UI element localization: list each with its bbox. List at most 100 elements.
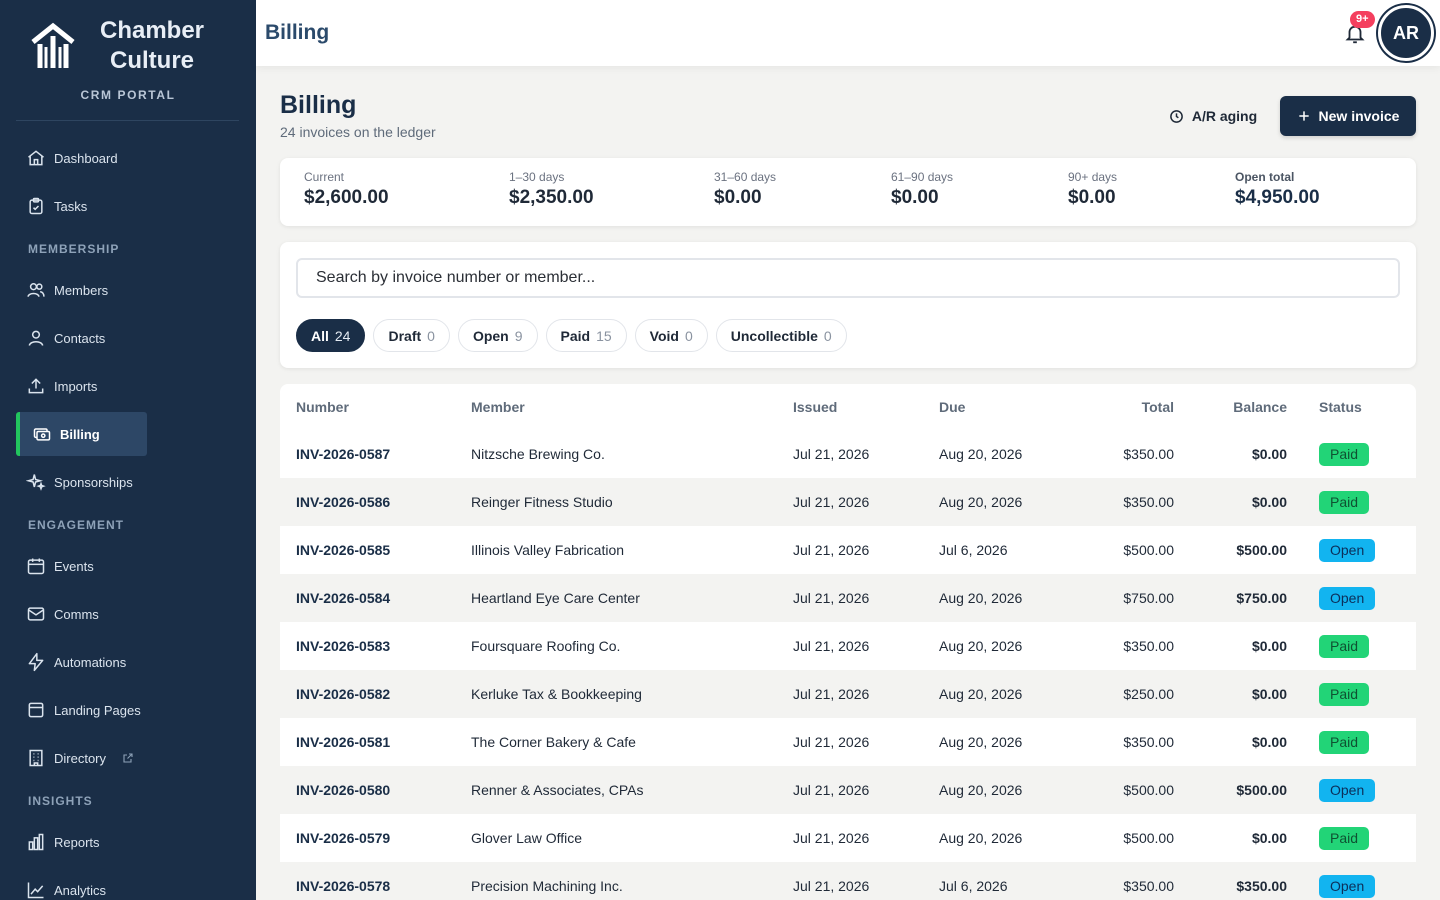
- aging-61-90: 61–90 days $0.00: [891, 170, 953, 209]
- status-cell: Paid: [1287, 430, 1416, 478]
- new-invoice-button[interactable]: New invoice: [1280, 96, 1416, 136]
- sidebar-item-sponsorships[interactable]: Sponsorships: [16, 460, 147, 504]
- sidebar-item-billing[interactable]: Billing: [16, 412, 147, 456]
- sidebar-item-events[interactable]: Events: [16, 544, 147, 588]
- table-row[interactable]: INV-2026-0583 Foursquare Roofing Co. Jul 2…: [280, 622, 1416, 670]
- table-row[interactable]: INV-2026-0582 Kerluke Tax & Bookkeeping Ju…: [280, 670, 1416, 718]
- member-name[interactable]: Glover Law Office: [471, 814, 793, 862]
- due-date: Jul 6, 2026: [939, 862, 1059, 900]
- search-input[interactable]: [296, 258, 1400, 298]
- member-name[interactable]: Reinger Fitness Studio: [471, 478, 793, 526]
- filter-chip-uncollectible[interactable]: Uncollectible 0: [715, 319, 847, 352]
- sidebar-item-reports[interactable]: Reports: [16, 820, 147, 864]
- member-name[interactable]: Illinois Valley Fabrication: [471, 526, 793, 574]
- aging-label: Current: [304, 170, 345, 184]
- issued-date: Jul 21, 2026: [793, 542, 870, 558]
- sidebar-item-members[interactable]: Members: [16, 268, 147, 312]
- sidebar-item-automations[interactable]: Automations: [16, 640, 147, 684]
- invoice-number-link[interactable]: INV-2026-0584: [280, 574, 471, 622]
- aging-open-total: Open total $4,950.00: [1235, 170, 1320, 209]
- column-header-balance[interactable]: Balance: [1174, 384, 1287, 430]
- sidebar-item-imports[interactable]: Imports: [16, 364, 147, 408]
- bolt-icon: [28, 652, 44, 672]
- invoice-number-link[interactable]: INV-2026-0580: [280, 766, 471, 814]
- aging-value: $0.00: [1068, 187, 1116, 208]
- ar-aging-button[interactable]: A/R aging: [1156, 96, 1270, 136]
- member-name[interactable]: The Corner Bakery & Cafe: [471, 718, 793, 766]
- table-row[interactable]: INV-2026-0584 Heartland Eye Care Center Ju…: [280, 574, 1416, 622]
- aging-90-plus: 90+ days $0.00: [1068, 170, 1117, 209]
- issued-date: Jul 21, 2026: [793, 574, 939, 622]
- invoice-balance: $0.00: [1251, 830, 1287, 846]
- issued-date: Jul 21, 2026: [793, 670, 939, 718]
- member-name[interactable]: Heartland Eye Care Center: [471, 574, 793, 622]
- chip-label: Open: [472, 327, 509, 344]
- external-link-icon: [123, 753, 133, 763]
- table-row[interactable]: INV-2026-0581 The Corner Bakery & Cafe Jul…: [280, 718, 1416, 766]
- column-header-issued[interactable]: Issued: [793, 384, 939, 430]
- member-name[interactable]: Renner & Associates, CPAs: [471, 766, 793, 814]
- member-name[interactable]: Kerluke Tax & Bookkeeping: [471, 670, 793, 718]
- sidebar-item-comms[interactable]: Comms: [16, 592, 147, 636]
- filter-chip-paid[interactable]: Paid 15: [545, 319, 627, 352]
- invoice-number-link[interactable]: INV-2026-0581: [280, 718, 471, 766]
- table-row[interactable]: INV-2026-0580 Renner & Associates, CPAs Ju…: [280, 766, 1416, 814]
- sidebar-item-directory[interactable]: Directory: [16, 736, 166, 780]
- cash-icon: [33, 428, 51, 441]
- page-subtitle: 24 invoices on the ledger: [280, 124, 436, 140]
- sidebar-item-landing-pages[interactable]: Landing Pages: [16, 688, 147, 732]
- filter-panel: All 24 Draft 0 Open 9 Paid 15 Void 0 Uncollec…: [280, 242, 1416, 368]
- invoice-number-link[interactable]: INV-2026-0583: [280, 622, 471, 670]
- sidebar-item-label: Directory: [54, 750, 107, 766]
- filter-chip-draft[interactable]: Draft 0: [373, 319, 450, 352]
- member-name[interactable]: Nitzsche Brewing Co.: [471, 430, 793, 478]
- status-cell: Open: [1287, 862, 1416, 900]
- filter-chip-open[interactable]: Open 9: [457, 319, 538, 352]
- filter-chip-void[interactable]: Void 0: [634, 319, 708, 352]
- column-header-number[interactable]: Number: [280, 384, 471, 430]
- member-name[interactable]: Precision Machining Inc.: [471, 862, 793, 900]
- table-row[interactable]: INV-2026-0578 Precision Machining Inc. Jul…: [280, 862, 1416, 900]
- nav-section-membership: MEMBERSHIP: [28, 242, 120, 256]
- invoice-number-link[interactable]: INV-2026-0587: [280, 430, 471, 478]
- invoice-table: Number Member Issued Due Total Balance S…: [280, 384, 1416, 900]
- status-badge: Paid: [1319, 442, 1370, 466]
- due-date: Aug 20, 2026: [939, 638, 1023, 654]
- chip-count: 0: [823, 327, 832, 344]
- sidebar-item-dashboard[interactable]: Dashboard: [16, 136, 147, 180]
- window-icon: [28, 702, 44, 718]
- table-row[interactable]: INV-2026-0587 Nitzsche Brewing Co. Jul 21,…: [280, 430, 1416, 478]
- member-name[interactable]: Foursquare Roofing Co.: [471, 622, 793, 670]
- brand[interactable]: Chamber Culture CRM PORTAL: [0, 0, 256, 121]
- table-row[interactable]: INV-2026-0579 Glover Law Office Jul 21, 20…: [280, 814, 1416, 862]
- brand-subtitle: CRM PORTAL: [80, 88, 176, 102]
- aging-value: $4,950.00: [1235, 187, 1320, 208]
- column-header-member[interactable]: Member: [471, 384, 793, 430]
- avatar[interactable]: AR: [1378, 5, 1434, 61]
- column-header-status[interactable]: Status: [1287, 384, 1416, 430]
- table-row[interactable]: INV-2026-0585 Illinois Valley Fabrication…: [280, 526, 1416, 574]
- users-icon: [27, 283, 45, 297]
- clock-icon: [1169, 109, 1183, 123]
- notification-badge: 9+: [1350, 11, 1375, 28]
- invoice-number-link[interactable]: INV-2026-0578: [280, 862, 471, 900]
- sidebar-item-analytics[interactable]: Analytics: [16, 868, 147, 900]
- invoice-balance: $0.00: [1174, 670, 1287, 718]
- invoice-number-link[interactable]: INV-2026-0582: [280, 670, 471, 718]
- invoice-total: $350.00: [1123, 734, 1174, 750]
- invoice-total: $500.00: [1123, 542, 1174, 558]
- invoice-number-link[interactable]: INV-2026-0586: [280, 478, 471, 526]
- calendar-icon: [27, 558, 45, 575]
- column-header-due[interactable]: Due: [939, 384, 1059, 430]
- sidebar-item-tasks[interactable]: Tasks: [16, 184, 147, 228]
- invoice-number-link[interactable]: INV-2026-0585: [280, 526, 471, 574]
- due-date: Aug 20, 2026: [939, 446, 1023, 462]
- aging-label: 61–90 days: [891, 170, 954, 184]
- filter-chip-all[interactable]: All 24: [296, 319, 366, 352]
- sidebar-item-contacts[interactable]: Contacts: [16, 316, 147, 360]
- column-header-total[interactable]: Total: [1059, 384, 1174, 430]
- invoice-balance: $500.00: [1236, 542, 1287, 558]
- page-title: Billing: [280, 91, 357, 119]
- table-row[interactable]: INV-2026-0586 Reinger Fitness Studio Jul 2…: [280, 478, 1416, 526]
- invoice-number-link[interactable]: INV-2026-0579: [280, 814, 471, 862]
